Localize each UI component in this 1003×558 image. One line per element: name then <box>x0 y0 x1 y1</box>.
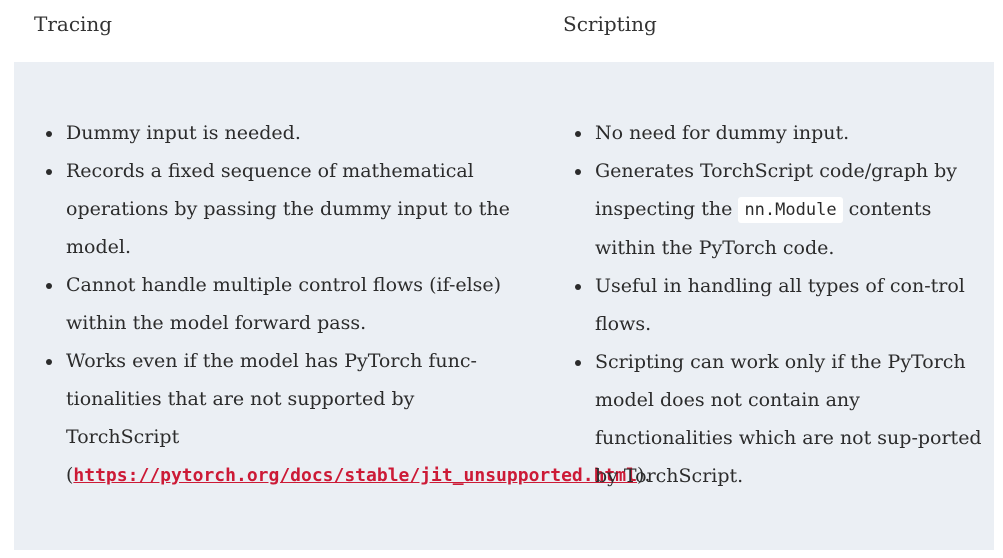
tracing-list: Dummy input is needed. Records a fixed s… <box>44 114 650 495</box>
tracing-item-1-text: Dummy input is needed. <box>66 122 301 144</box>
tracing-item-2: Records a fixed sequence of mathematical… <box>44 152 514 266</box>
comparison-table-body: Dummy input is needed. Records a fixed s… <box>14 62 994 550</box>
scripting-item-1-text: No need for dummy input. <box>595 122 850 144</box>
nn-module-code: nn.Module <box>738 197 843 223</box>
table-header-row: Tracing Scripting <box>0 0 1003 62</box>
tracing-item-2-text: Records a fixed sequence of mathematical… <box>66 160 510 258</box>
column-header-scripting: Scripting <box>563 12 657 36</box>
tracing-item-1: Dummy input is needed. <box>44 114 514 152</box>
scripting-item-1: No need for dummy input. <box>573 114 983 152</box>
scripting-item-4-text: Scripting can work only if the PyTorch m… <box>595 351 982 487</box>
jit-unsupported-link[interactable]: https://pytorch.org/docs/stable/jit_unsu… <box>73 465 637 486</box>
tracing-item-3-text: Cannot handle multiple control flows (if… <box>66 274 502 334</box>
scripting-item-3-text: Useful in handling all types of con-trol… <box>595 275 965 335</box>
scripting-list: No need for dummy input. Generates Torch… <box>573 114 983 495</box>
column-header-tracing: Tracing <box>34 12 113 36</box>
scripting-column: No need for dummy input. Generates Torch… <box>573 114 983 495</box>
scripting-item-4: Scripting can work only if the PyTorch m… <box>573 343 983 495</box>
tracing-column: Dummy input is needed. Records a fixed s… <box>44 114 650 495</box>
scripting-item-2: Generates TorchScript code/graph by insp… <box>573 152 983 267</box>
tracing-item-4: Works even if the model has PyTorch func… <box>44 342 650 495</box>
scripting-item-3: Useful in handling all types of con-trol… <box>573 267 983 343</box>
tracing-item-3: Cannot handle multiple control flows (if… <box>44 266 514 342</box>
